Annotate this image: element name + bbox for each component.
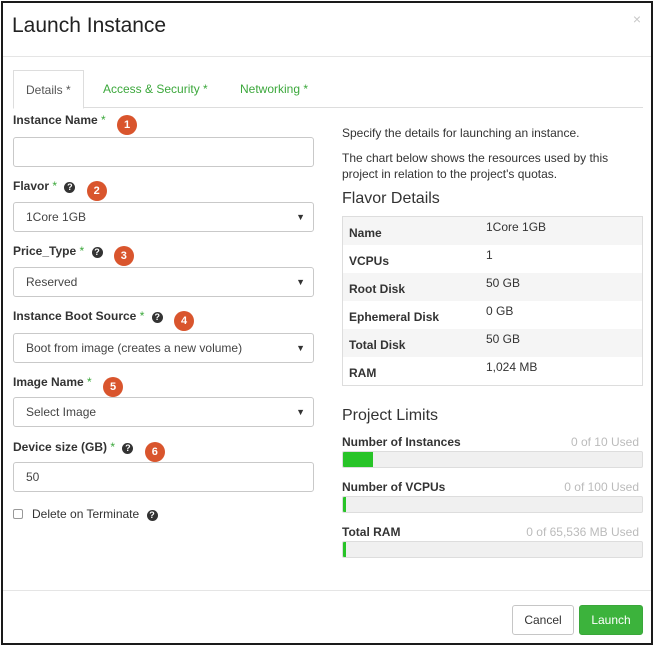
price-type-select[interactable]: Reserved ▼ — [13, 267, 314, 297]
project-limits-title: Project Limits — [342, 407, 439, 424]
flavor-detail-key: VCPUs — [349, 254, 390, 268]
launch-instance-modal: Launch Instance × Details * Access & Sec… — [1, 1, 653, 645]
flavor-details-title: Flavor Details — [342, 190, 440, 207]
instance-name-label: Instance Name * 1 — [13, 113, 138, 135]
required-marker: * — [79, 244, 85, 258]
limit-label-ram: Total RAM — [342, 525, 401, 539]
table-row: RAM 1,024 MB — [343, 357, 642, 385]
price-type-select-value: Reserved — [26, 275, 78, 289]
help-icon[interactable]: ? — [64, 182, 76, 193]
delete-on-terminate-checkbox[interactable] — [13, 509, 23, 519]
launch-button[interactable]: Launch — [579, 605, 643, 635]
progress-fill — [343, 452, 373, 467]
image-name-select[interactable]: Select Image ▼ — [13, 397, 314, 427]
boot-source-select-value: Boot from image (creates a new volume) — [26, 341, 243, 355]
tab-networking[interactable]: Networking * — [240, 70, 308, 108]
limit-label-vcpus: Number of VCPUs — [342, 480, 446, 494]
limit-used-vcpus: 0 of 100 Used — [564, 480, 639, 494]
progress-bar-instances — [342, 451, 643, 468]
flavor-detail-value: 0 GB — [486, 304, 514, 318]
cancel-button[interactable]: Cancel — [512, 605, 574, 635]
flavor-detail-key: Ephemeral Disk — [349, 310, 440, 324]
modal-title: Launch Instance — [12, 14, 167, 37]
flavor-detail-key: Total Disk — [349, 338, 406, 352]
chevron-down-icon: ▼ — [296, 343, 305, 353]
table-row: Total Disk 50 GB — [343, 329, 642, 357]
boot-source-label-text: Instance Boot Source — [13, 309, 137, 323]
flavor-details-table: Name 1Core 1GB VCPUs 1 Root Disk 50 GB E… — [342, 216, 643, 386]
flavor-detail-value: 50 GB — [486, 276, 521, 290]
flavor-select[interactable]: 1Core 1GB ▼ — [13, 202, 314, 232]
delete-on-terminate-label: Delete on Terminate ? — [32, 507, 158, 521]
flavor-detail-value: 50 GB — [486, 332, 521, 346]
required-marker: * — [87, 375, 92, 389]
device-size-input[interactable]: 50 — [13, 462, 314, 492]
progress-bar-vcpus — [342, 496, 643, 513]
image-name-label: Image Name * 5 — [13, 375, 124, 397]
device-size-label: Device size (GB) * ? 6 — [13, 440, 165, 462]
flavor-detail-key: Root Disk — [349, 282, 406, 296]
step-badge-4: 4 — [174, 311, 195, 331]
help-icon[interactable]: ? — [151, 312, 163, 323]
tab-access-security[interactable]: Access & Security * — [103, 70, 208, 108]
flavor-label-text: Flavor — [13, 179, 50, 193]
help-icon[interactable]: ? — [122, 443, 134, 454]
boot-source-label: Instance Boot Source * ? 4 — [13, 309, 195, 331]
image-name-select-value: Select Image — [26, 405, 97, 419]
tab-bar: Details * Access & Security * Networking… — [13, 70, 643, 109]
required-marker: * — [52, 179, 58, 193]
flavor-label: Flavor * ? 2 — [13, 179, 107, 201]
progress-fill — [343, 542, 346, 557]
flavor-detail-value: 1 — [486, 248, 493, 262]
tab-details[interactable]: Details * — [13, 70, 84, 109]
device-size-label-text: Device size (GB) — [13, 440, 108, 454]
instance-name-label-text: Instance Name — [13, 113, 98, 127]
table-row: Root Disk 50 GB — [343, 273, 642, 301]
step-badge-1: 1 — [117, 115, 138, 135]
help-icon[interactable]: ? — [91, 247, 103, 258]
limit-label-instances: Number of Instances — [342, 435, 461, 449]
header-divider — [3, 56, 651, 57]
table-row: Name 1Core 1GB — [343, 217, 642, 245]
chevron-down-icon: ▼ — [296, 212, 305, 222]
close-icon[interactable]: × — [633, 11, 641, 27]
instance-name-input[interactable] — [13, 137, 314, 167]
flavor-detail-key: Name — [349, 226, 382, 240]
flavor-select-value: 1Core 1GB — [26, 210, 87, 224]
delete-on-terminate-label-text: Delete on Terminate — [32, 507, 140, 521]
price-type-label-text: Price_Type — [13, 244, 77, 258]
table-row: VCPUs 1 — [343, 245, 642, 273]
chevron-down-icon: ▼ — [296, 277, 305, 287]
required-marker: * — [110, 440, 116, 454]
progress-bar-ram — [342, 541, 643, 558]
progress-fill — [343, 497, 346, 512]
chevron-down-icon: ▼ — [296, 407, 305, 417]
help-icon[interactable]: ? — [146, 510, 158, 521]
step-badge-2: 2 — [86, 181, 107, 201]
image-name-label-text: Image Name — [13, 375, 84, 389]
quota-description-text: The chart below shows the resources used… — [342, 151, 609, 181]
flavor-detail-key: RAM — [349, 366, 377, 380]
required-marker: * — [139, 309, 145, 323]
limit-used-ram: 0 of 65,536 MB Used — [526, 525, 639, 539]
footer-divider — [3, 590, 651, 591]
boot-source-select[interactable]: Boot from image (creates a new volume) ▼ — [13, 333, 314, 363]
limit-used-instances: 0 of 10 Used — [570, 435, 639, 449]
flavor-detail-value: 1Core 1GB — [486, 220, 547, 234]
table-row: Ephemeral Disk 0 GB — [343, 301, 642, 329]
step-badge-6: 6 — [144, 442, 165, 462]
step-badge-5: 5 — [103, 377, 124, 397]
required-marker: * — [101, 113, 106, 127]
step-badge-3: 3 — [113, 246, 134, 266]
description-text: Specify the details for launching an ins… — [342, 126, 580, 140]
flavor-detail-value: 1,024 MB — [486, 360, 538, 374]
price-type-label: Price_Type * ? 3 — [13, 244, 134, 266]
